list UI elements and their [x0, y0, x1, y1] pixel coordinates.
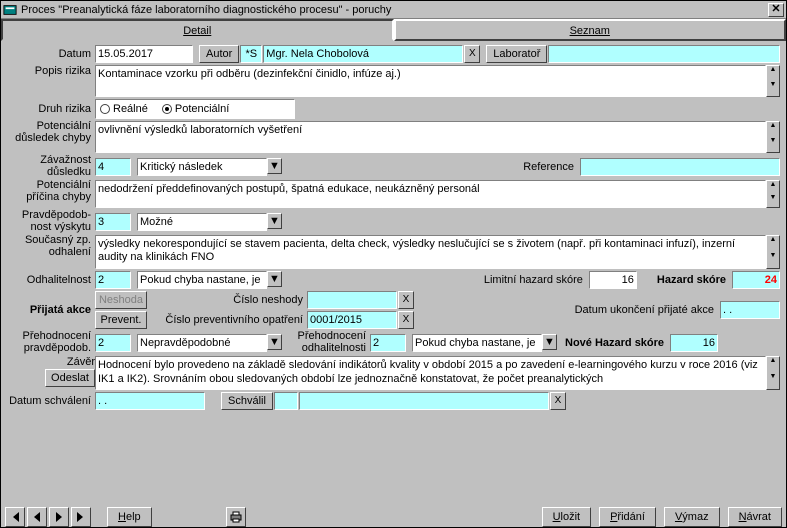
help-button[interactable]: Help: [107, 507, 152, 527]
field-prehod-num[interactable]: 2: [95, 334, 131, 352]
field-schvalil-name: [299, 392, 549, 410]
label-datum-schvaleni: Datum schválení: [3, 395, 95, 407]
field-prehod-odh-num[interactable]: 2: [370, 334, 406, 352]
footer-bar: Help Uložit Přidání Výmaz Návrat: [1, 505, 786, 527]
clear-autor-button[interactable]: X: [464, 45, 480, 63]
app-icon: [3, 3, 17, 17]
button-schvalil[interactable]: Schválil: [221, 392, 273, 410]
label-druh-rizika: Druh rizika: [3, 103, 95, 115]
field-limit-hazard: 16: [589, 271, 637, 289]
label-prehod-odh: Přehodnoceníodhalitelnosti: [294, 331, 370, 354]
field-zavaznost-num[interactable]: 4: [95, 158, 131, 176]
label-prijata-akce: Přijatá akce: [3, 299, 95, 321]
tab-seznam[interactable]: Seznam: [394, 19, 787, 41]
label-potencialni-pricina: Potenciálnípříčina chyby: [3, 180, 95, 203]
add-button[interactable]: Přidání: [599, 507, 656, 527]
label-cislo-neshody: Číslo neshody: [147, 294, 307, 306]
button-prevent[interactable]: Prevent.: [95, 311, 147, 329]
radio-potencialni[interactable]: Potenciální: [162, 103, 229, 115]
nav-first-button[interactable]: [5, 507, 25, 527]
tab-detail[interactable]: Detail: [1, 19, 394, 41]
label-hazard-skore: Hazard skóre: [657, 274, 726, 286]
field-popis-rizika[interactable]: Kontaminace vzorku při odběru (dezinfekč…: [95, 65, 766, 97]
return-button[interactable]: Návrat: [728, 507, 782, 527]
field-reference[interactable]: [580, 158, 780, 176]
field-datum[interactable]: 15.05.2017: [95, 45, 193, 63]
save-button[interactable]: Uložit: [542, 507, 592, 527]
combo-zavaznost[interactable]: Kritický následek ▼: [137, 158, 282, 176]
label-zavaznost: Závažnostdůsledku: [3, 155, 95, 178]
field-cislo-neshody: [307, 291, 397, 309]
combo-prehod[interactable]: Nepravděpodobné ▼: [137, 334, 282, 352]
button-laborator[interactable]: Laboratoř: [486, 45, 547, 63]
clear-prev-button[interactable]: X: [398, 311, 414, 329]
label-popis-rizika: Popis rizika: [3, 65, 95, 77]
nav-next-button[interactable]: [49, 507, 69, 527]
label-reference: Reference: [523, 161, 574, 173]
field-nove-hazard: 16: [670, 334, 718, 352]
field-pravdepodob-num[interactable]: 3: [95, 213, 131, 231]
spin-soucasny[interactable]: ▲▼: [766, 235, 780, 269]
field-autor-code: *S: [240, 45, 262, 63]
print-button[interactable]: [226, 507, 246, 527]
spin-pot-dusledek[interactable]: ▲▼: [766, 121, 780, 153]
titlebar: Proces "Preanalytická fáze laboratorního…: [1, 1, 786, 19]
tab-bar: Detail Seznam: [1, 19, 786, 41]
label-datum: Datum: [3, 48, 95, 60]
field-autor-name: Mgr. Nela Chobolová: [263, 45, 463, 63]
delete-button[interactable]: Výmaz: [664, 507, 720, 527]
button-autor[interactable]: Autor: [199, 45, 239, 63]
field-zaver[interactable]: Hodnocení bylo provedeno na základě sled…: [95, 356, 766, 390]
spin-zaver[interactable]: ▲▼: [766, 356, 780, 390]
field-soucasny-zp[interactable]: výsledky nekorespondující se stavem paci…: [95, 235, 766, 269]
label-zaver: Závěr: [67, 356, 95, 368]
label-pravdepodobnost: Pravděpodob-nost výskytu: [3, 210, 95, 233]
field-datum-schvaleni[interactable]: . .: [95, 392, 205, 410]
label-soucasny-zp: Současný zp.odhalení: [3, 235, 95, 258]
button-odeslat[interactable]: Odeslat: [45, 369, 95, 387]
chevron-down-icon[interactable]: ▼: [267, 334, 282, 350]
chevron-down-icon[interactable]: ▼: [542, 334, 557, 350]
spin-pot-pricina[interactable]: ▲▼: [766, 180, 780, 208]
chevron-down-icon[interactable]: ▼: [267, 213, 282, 229]
window-root: Proces "Preanalytická fáze laboratorního…: [0, 0, 787, 528]
field-hazard-skore: 24: [732, 271, 780, 289]
window-title: Proces "Preanalytická fáze laboratorního…: [21, 4, 768, 16]
field-datum-ukonceni[interactable]: . .: [720, 301, 780, 319]
combo-odhalitelnost[interactable]: Pokud chyba nastane, je ▼: [137, 271, 282, 289]
clear-neshoda-button[interactable]: X: [398, 291, 414, 309]
label-nove-hazard: Nové Hazard skóre: [565, 337, 664, 349]
spin-popis-rizika[interactable]: ▲▼: [766, 65, 780, 97]
clear-schvalil-button[interactable]: X: [550, 392, 566, 410]
radio-realne[interactable]: Reálné: [100, 103, 148, 115]
nav-last-button[interactable]: [71, 507, 91, 527]
combo-prehod-odh[interactable]: Pokud chyba nastane, je ▼: [412, 334, 557, 352]
field-laborator: [548, 45, 780, 63]
label-odhalitelnost: Odhalitelnost: [3, 274, 95, 286]
group-druh-rizika: Reálné Potenciální: [95, 99, 295, 119]
label-potencialni-dusledek: Potenciálnídůsledek chyby: [3, 121, 95, 144]
nav-prev-button[interactable]: [27, 507, 47, 527]
printer-icon: [229, 511, 243, 523]
field-odhalitelnost-num[interactable]: 2: [95, 271, 131, 289]
form-body: Datum 15.05.2017 Autor *S Mgr. Nela Chob…: [1, 41, 786, 505]
field-potencialni-dusledek[interactable]: ovlivnění výsledků laboratorních vyšetře…: [95, 121, 766, 153]
chevron-down-icon[interactable]: ▼: [267, 158, 282, 174]
chevron-down-icon[interactable]: ▼: [267, 271, 282, 287]
close-button[interactable]: ✕: [768, 3, 784, 17]
label-cislo-prev: Číslo preventivního opatření: [147, 314, 307, 326]
label-prehod-pravd: Přehodnocenípravděpodob.: [3, 331, 95, 354]
field-potencialni-pricina[interactable]: nedodržení předdefinovaných postupů, špa…: [95, 180, 766, 208]
field-cislo-prev: 0001/2015: [307, 311, 397, 329]
button-neshoda: Neshoda: [95, 291, 147, 309]
label-datum-ukonceni: Datum ukončení přijaté akce: [575, 304, 714, 316]
field-schvalil-code: [274, 392, 298, 410]
combo-pravdepodob[interactable]: Možné ▼: [137, 213, 282, 231]
label-limit-hazard: Limitní hazard skóre: [484, 274, 583, 286]
